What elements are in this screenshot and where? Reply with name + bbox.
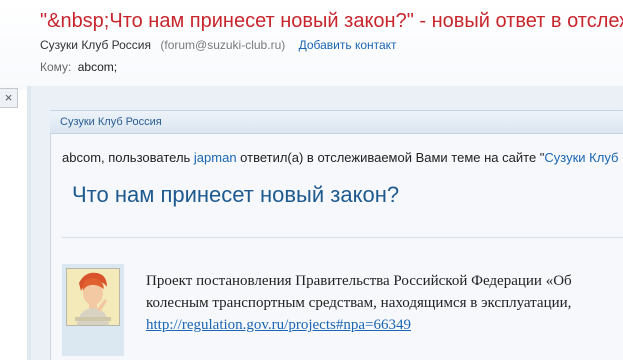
close-icon[interactable]: × bbox=[0, 88, 18, 108]
notification-text: abcom, пользователь japman ответил(а) в … bbox=[62, 150, 623, 165]
email-viewer: "&nbsp;Что нам принесет новый закон?" - … bbox=[0, 0, 623, 360]
topic-title[interactable]: Что нам принесет новый закон? bbox=[72, 182, 399, 208]
recipient-row: Кому: abcom; bbox=[40, 60, 117, 74]
regulation-link[interactable]: http://regulation.gov.ru/projects#npa=66… bbox=[146, 314, 572, 336]
message-header: "&nbsp;Что нам принесет новый закон?" - … bbox=[0, 0, 623, 90]
message-subject: "&nbsp;Что нам принесет новый закон?" - … bbox=[40, 10, 623, 32]
user-link[interactable]: japman bbox=[194, 150, 237, 165]
sender-row: Сузуки Клуб Россия (forum@suzuki-club.ru… bbox=[40, 38, 397, 52]
avatar bbox=[66, 268, 120, 326]
sender-email: (forum@suzuki-club.ru) bbox=[160, 38, 286, 52]
divider bbox=[62, 237, 623, 238]
post-line-2: колесным транспортным средствам, находящ… bbox=[146, 295, 572, 311]
to-label: Кому: bbox=[40, 60, 72, 74]
avatar-image bbox=[67, 269, 119, 325]
post-content: Проект постановления Правительства Росси… bbox=[146, 270, 572, 336]
notice-middle: ответил(а) в отслеживаемой Вами теме на … bbox=[236, 150, 545, 165]
site-link[interactable]: Сузуки Клуб Россия bbox=[544, 150, 623, 165]
recipient-value[interactable]: abcom; bbox=[78, 60, 117, 74]
add-contact-link[interactable]: Добавить контакт bbox=[299, 38, 397, 52]
notice-prefix: abcom, пользователь bbox=[62, 150, 194, 165]
site-name-link[interactable]: Сузуки Клуб Россия bbox=[60, 116, 162, 128]
sender-name[interactable]: Сузуки Клуб Россия bbox=[40, 38, 151, 52]
post-line-1: Проект постановления Правительства Росси… bbox=[146, 273, 572, 289]
